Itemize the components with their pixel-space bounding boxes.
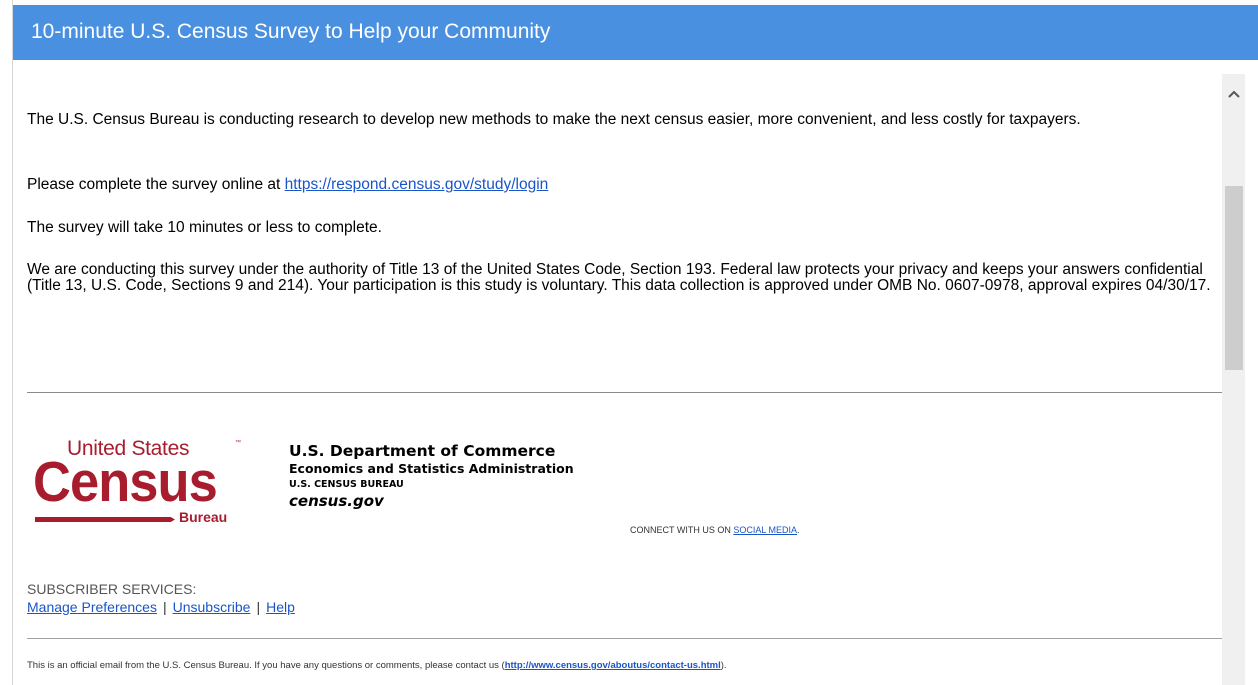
- survey-paragraph-text: Please complete the survey online at: [27, 176, 285, 193]
- vertical-scrollbar[interactable]: [1222, 74, 1245, 685]
- footer-divider: [27, 392, 1222, 393]
- chevron-up-icon[interactable]: [1222, 74, 1245, 114]
- help-link[interactable]: Help: [266, 599, 295, 615]
- manage-preferences-link[interactable]: Manage Preferences: [27, 599, 157, 615]
- unsubscribe-link[interactable]: Unsubscribe: [173, 599, 251, 615]
- footer-prefix: This is an official email from the U.S. …: [27, 660, 505, 671]
- email-body: The U.S. Census Bureau is conducting res…: [13, 60, 1222, 685]
- intro-paragraph: The U.S. Census Bureau is conducting res…: [27, 111, 1081, 128]
- contact-us-link[interactable]: http://www.census.gov/aboutus/contact-us…: [505, 660, 721, 671]
- subscriber-links: Manage Preferences | Unsubscribe | Help: [27, 599, 295, 615]
- survey-link[interactable]: https://respond.census.gov/study/login: [285, 176, 549, 193]
- social-media-link[interactable]: SOCIAL MEDIA: [733, 525, 797, 535]
- email-subject-title: 10-minute U.S. Census Survey to Help you…: [31, 20, 551, 43]
- logo-census-text: Census: [33, 450, 218, 514]
- legal-paragraph: We are conducting this survey under the …: [27, 261, 1211, 294]
- department-block: U.S. Department of Commerce Economics an…: [289, 442, 574, 510]
- subscriber-services-heading: SUBSCRIBER SERVICES:: [27, 581, 197, 597]
- connect-suffix: .: [797, 525, 800, 535]
- department-name: U.S. Department of Commerce: [289, 442, 556, 460]
- logo-arrow-bar: [35, 517, 175, 522]
- duration-paragraph: The survey will take 10 minutes or less …: [27, 219, 382, 236]
- survey-paragraph: Please complete the survey online at htt…: [27, 177, 1217, 193]
- census-bureau-logo: United States ™ Census Bureau: [33, 438, 253, 528]
- scrollbar-thumb[interactable]: [1225, 186, 1243, 370]
- link-separator: |: [256, 599, 261, 615]
- census-gov-text: census.gov: [289, 492, 384, 510]
- connect-social-text: CONNECT WITH US ON SOCIAL MEDIA.: [630, 525, 800, 535]
- email-window: 10-minute U.S. Census Survey to Help you…: [0, 0, 1258, 685]
- logo-bureau-text: Bureau: [179, 509, 228, 525]
- logo-trademark: ™: [235, 440, 241, 446]
- link-separator: |: [162, 599, 167, 615]
- footer-suffix: ).: [720, 660, 727, 671]
- window-left-edge: [0, 0, 13, 685]
- footer-bottom-divider: [27, 638, 1222, 639]
- title-bar: 10-minute U.S. Census Survey to Help you…: [13, 5, 1258, 60]
- bureau-name: U.S. CENSUS BUREAU: [289, 479, 404, 490]
- connect-prefix: CONNECT WITH US ON: [630, 525, 734, 535]
- official-email-notice: This is an official email from the U.S. …: [27, 660, 727, 671]
- administration-name: Economics and Statistics Administration: [289, 461, 574, 476]
